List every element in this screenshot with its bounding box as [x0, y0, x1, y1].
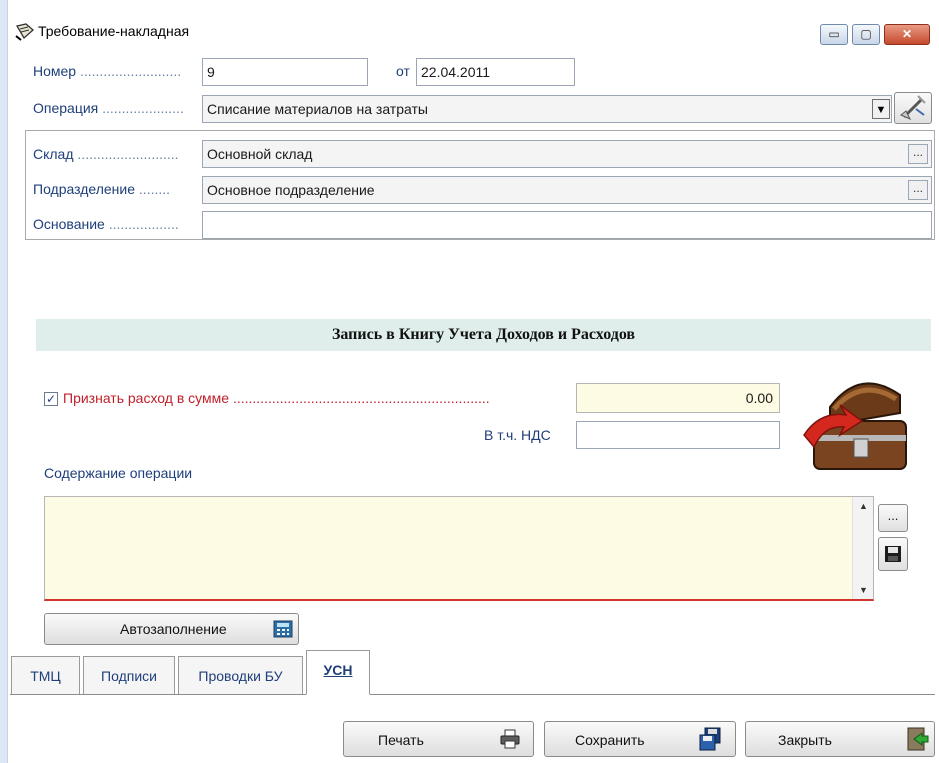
- close-window-button[interactable]: ✕: [884, 24, 930, 45]
- content-label: Содержание операции: [44, 465, 193, 481]
- warehouse-select-button[interactable]: ...: [908, 144, 928, 164]
- date-input[interactable]: 22.04.2011: [416, 58, 575, 86]
- treasure-chest-icon: [800, 365, 920, 475]
- scroll-down-icon[interactable]: ▼: [853, 585, 874, 595]
- document-edit-icon: [14, 22, 36, 42]
- date-label: от: [396, 63, 410, 79]
- close-button[interactable]: Закрыть: [745, 721, 935, 757]
- wand-icon: [900, 95, 926, 121]
- basis-input[interactable]: [202, 211, 932, 239]
- department-label: Подразделение ........: [33, 181, 171, 197]
- kudir-section-title: Запись в Книгу Учета Доходов и Расходов: [36, 319, 931, 351]
- window-title: Требование-накладная: [38, 23, 190, 39]
- print-button[interactable]: Печать: [343, 721, 534, 757]
- floppy-disk-icon: [885, 546, 901, 562]
- save-disks-icon: [699, 727, 721, 751]
- department-select-button[interactable]: ...: [908, 180, 928, 200]
- exit-door-icon: [907, 727, 929, 751]
- scroll-up-icon[interactable]: ▲: [853, 501, 874, 511]
- operation-settings-button[interactable]: [894, 92, 932, 124]
- operation-label: Операция .....................: [33, 100, 184, 116]
- operation-content-textarea[interactable]: [44, 496, 874, 601]
- calculator-icon: [273, 620, 293, 638]
- number-label: Номер ..........................: [33, 63, 182, 79]
- printer-icon: [500, 729, 520, 749]
- memo-scrollbar[interactable]: ▲ ▼: [852, 497, 873, 599]
- tab-tmc[interactable]: ТМЦ: [11, 656, 80, 694]
- chevron-down-icon[interactable]: ▼: [872, 99, 890, 119]
- minimize-button[interactable]: ▭: [820, 24, 848, 45]
- vat-input[interactable]: [576, 421, 780, 449]
- operation-select[interactable]: Списание материалов на затраты: [202, 95, 892, 123]
- expense-amount-input[interactable]: 0.00: [576, 383, 780, 413]
- window-frame-left: [0, 0, 8, 763]
- autofill-button[interactable]: Автозаполнение: [44, 613, 299, 645]
- tab-accounting-entries[interactable]: Проводки БУ: [178, 656, 303, 694]
- memo-select-button[interactable]: ...: [878, 504, 908, 532]
- save-button[interactable]: Сохранить: [544, 721, 736, 757]
- warehouse-label: Склад ..........................: [33, 146, 179, 162]
- vat-label: В т.ч. НДС: [484, 427, 551, 443]
- warehouse-input[interactable]: Основной склад: [202, 140, 932, 168]
- department-input[interactable]: Основное подразделение: [202, 176, 932, 204]
- maximize-button[interactable]: ▢: [852, 24, 880, 45]
- memo-save-button[interactable]: [878, 537, 908, 571]
- basis-label: Основание ..................: [33, 216, 179, 232]
- recognize-expense-checkbox[interactable]: ✓: [44, 392, 58, 406]
- recognize-expense-label: Признать расход в сумме ................…: [63, 390, 490, 406]
- tab-signatures[interactable]: Подписи: [83, 656, 175, 694]
- tab-usn[interactable]: УСН: [306, 650, 370, 695]
- number-input[interactable]: 9: [202, 58, 368, 86]
